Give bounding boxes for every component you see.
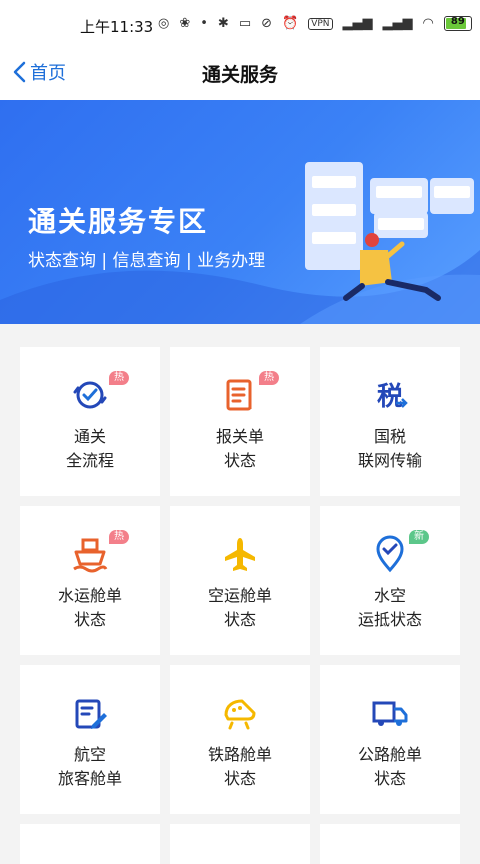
- alarm-icon: ⏰: [282, 16, 299, 31]
- svg-text:税: 税: [377, 382, 403, 412]
- service-air-manifest[interactable]: 空运舱单 状态: [170, 506, 310, 655]
- service-tax-network[interactable]: 税 国税 联网传输: [320, 347, 460, 496]
- service-label: 国税 联网传输: [357, 427, 422, 470]
- notification-icon: ◎: [158, 16, 170, 31]
- dot-icon: •: [200, 16, 208, 31]
- battery-icon: 89: [443, 16, 472, 31]
- location-check-icon: [376, 535, 404, 573]
- service-declaration-status[interactable]: 热 报关单 状态: [170, 347, 310, 496]
- service-label: 公路舱单 状态: [357, 745, 422, 788]
- wifi-icon: ◠: [422, 16, 434, 31]
- new-tag: 新: [409, 530, 429, 544]
- document-icon: [226, 379, 252, 411]
- tax-icon: 税: [377, 382, 408, 412]
- service-customs-flow[interactable]: 热 通关 全流程: [20, 347, 160, 496]
- service-card-partial[interactable]: [20, 824, 160, 864]
- service-ship-manifest[interactable]: 热 水运舱单 状态: [20, 506, 160, 655]
- signal-icon: ▂▄▆: [342, 16, 373, 31]
- service-label: 通关 全流程: [65, 427, 114, 470]
- service-road-manifest[interactable]: 公路舱单 状态: [320, 665, 460, 814]
- service-air-passenger-manifest[interactable]: 航空 旅客舱单: [20, 665, 160, 814]
- hot-tag: 热: [109, 530, 129, 544]
- cycle-check-icon: [73, 381, 107, 409]
- service-label: 空运舱单 状态: [207, 586, 272, 629]
- status-icons: ◎ ❀ • ✱ ▭ ⊘ ⏰ VPN ▂▄▆ ▂▄▆ ◠ 89 ϟ: [158, 16, 480, 31]
- service-label: 铁路舱单 状态: [207, 745, 272, 788]
- status-time: 上午11:33: [80, 18, 154, 36]
- service-label: 航空 旅客舱单: [57, 745, 122, 788]
- passenger-edit-icon: [75, 699, 107, 729]
- ship-icon: [73, 538, 108, 573]
- service-water-air-arrival[interactable]: 新 水空 运抵状态: [320, 506, 460, 655]
- airplane-icon: [225, 538, 255, 571]
- mute-icon: ⊘: [261, 16, 273, 31]
- hot-tag: 热: [259, 371, 279, 385]
- truck-icon: [372, 701, 408, 726]
- hot-tag: 热: [109, 371, 129, 385]
- service-label: 报关单 状态: [215, 427, 264, 470]
- service-label: 水运舱单 状态: [57, 586, 122, 629]
- service-rail-manifest[interactable]: 铁路舱单 状态: [170, 665, 310, 814]
- banner-subtitle: 状态查询 | 信息查询 | 业务办理: [28, 251, 266, 271]
- vibrate-icon: ▭: [238, 16, 252, 31]
- page-title: 通关服务: [201, 64, 278, 86]
- vpn-badge: VPN: [308, 17, 333, 30]
- bluetooth-icon: ✱: [217, 16, 229, 31]
- nav-bar: 首页 通关服务: [0, 50, 480, 100]
- banner-title: 通关服务专区: [28, 205, 209, 238]
- train-icon: [224, 699, 256, 730]
- service-card-partial[interactable]: [320, 824, 460, 864]
- service-label: 水空 运抵状态: [357, 586, 422, 629]
- notification-icon-2: ❀: [179, 16, 191, 31]
- battery-level: 89: [450, 16, 465, 27]
- banner[interactable]: 通关服务专区 状态查询 | 信息查询 | 业务办理: [0, 100, 480, 324]
- signal-icon-2: ▂▄▆: [382, 16, 413, 31]
- status-bar: 上午11:33 ◎ ❀ • ✱ ▭ ⊘ ⏰ VPN ▂▄▆ ▂▄▆ ◠ 89 ϟ: [0, 0, 480, 50]
- service-grid: 热 通关 全流程 热 报关单 状态 税 国税 联网传输 热 水运舱单 状态 空运舱单 状态…: [20, 347, 460, 864]
- service-card-partial[interactable]: [170, 824, 310, 864]
